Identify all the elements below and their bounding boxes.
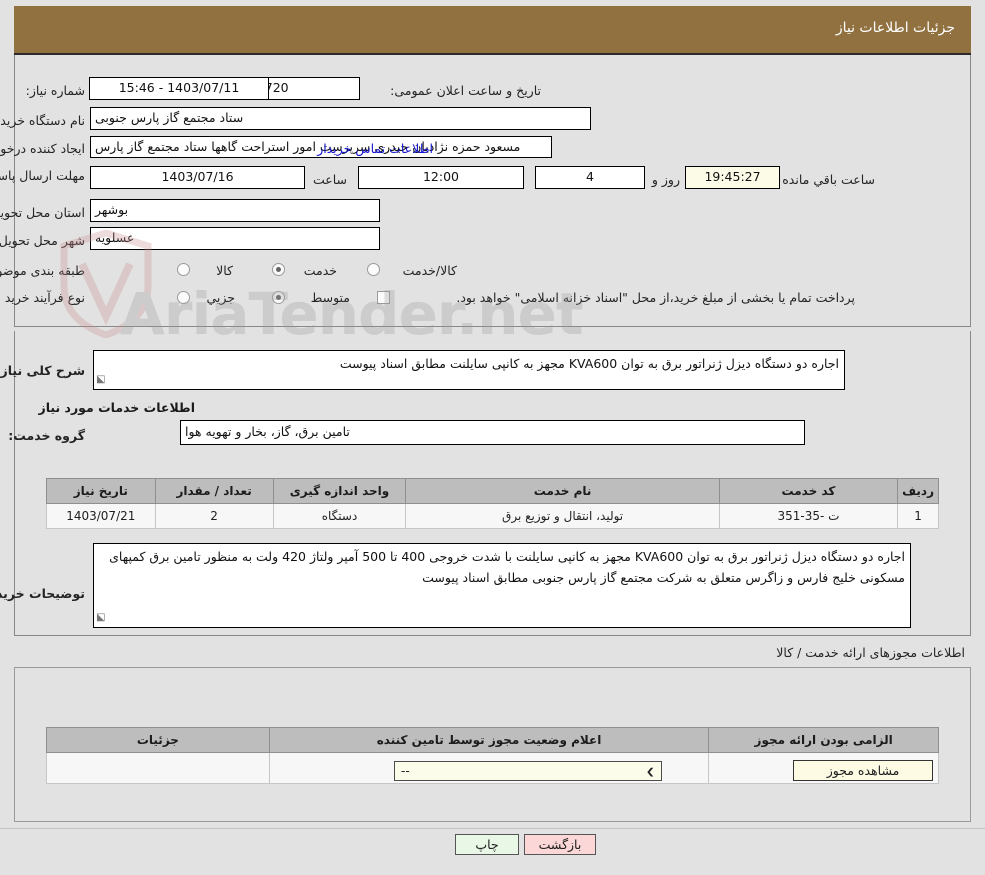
permit-status-value: -- [401,764,410,778]
buyer-org-value: ستاد مجتمع گاز پارس جنوبی [90,107,591,130]
remaining-days-label: روز و [651,172,680,187]
treasury-bond-label: پرداخت تمام یا بخشی از مبلغ خرید،از محل … [456,290,855,305]
back-button[interactable]: بازگشت [524,834,596,855]
title-bar: جزئیات اطلاعات نیاز [14,6,971,55]
province-label: استان محل تحویل: [0,205,85,220]
summary-textarea[interactable]: اجاره دو دستگاه دیزل ژنراتور برق به توان… [93,350,845,390]
th-unit: واحد اندازه گیری [272,478,407,504]
th-date: تاریخ نیاز [46,478,156,504]
radio-process-jozi[interactable] [177,291,190,304]
summary-text: اجاره دو دستگاه دیزل ژنراتور برق به توان… [339,356,839,371]
buyer-notes-textarea[interactable]: اجاره دو دستگاه دیزل ژنراتور برق به توان… [93,543,911,628]
permit-status-select[interactable]: ❯ -- [394,761,662,781]
th-row: ردیف [897,478,939,504]
cell-code: ت -35-351 [718,503,899,529]
table-row[interactable]: 1 ت -35-351 تولید، انتقال و توزیع برق دس… [46,503,939,529]
radio-process-motavaset-label: متوسط [310,290,350,305]
service-group-value: تامین برق، گاز، بخار و تهویه هوا [180,420,805,445]
need-number-label: شماره نیاز: [25,83,85,98]
cell-unit: دستگاه [272,503,407,529]
permits-table-header-row: الزامی بودن ارائه مجوز اعلام وضعیت مجوز … [46,727,939,753]
buyer-contact-link[interactable]: اطلاعات تماس خریدار [317,141,433,156]
announce-datetime-label: تاریخ و ساعت اعلان عمومی: [390,83,541,98]
radio-category-kala-khedmat[interactable] [367,263,380,276]
th-code: کد خدمت [718,478,899,504]
announce-datetime-value: 1403/07/11 - 15:46 [89,77,269,100]
city-value: عسلویه [90,227,380,250]
services-table: ردیف کد خدمت نام خدمت واحد اندازه گیری ت… [46,478,939,529]
th-permit-details: جزئیات [46,727,270,753]
resize-grip-icon[interactable]: ◪ [96,372,105,389]
category-label: طبقه بندی موضوعی: [0,263,85,278]
radio-process-jozi-label: جزیي [206,290,235,305]
cell-quantity: 2 [154,503,274,529]
buyer-org-label: نام دستگاه خریدار: [0,113,85,128]
footer-divider [0,828,985,829]
th-quantity: تعداد / مقدار [154,478,274,504]
th-name: نام خدمت [405,478,720,504]
services-table-header-row: ردیف کد خدمت نام خدمت واحد اندازه گیری ت… [46,478,939,504]
countdown-label: ساعت باقي مانده [782,172,875,187]
city-label: شهر محل تحویل: [0,233,85,248]
deadline-time-value: 12:00 [358,166,524,189]
cell-name: تولید، انتقال و توزیع برق [405,503,720,529]
province-value: بوشهر [90,199,380,222]
print-button[interactable]: چاپ [455,834,519,855]
countdown-timer: 19:45:27 [685,166,780,189]
cell-date: 1403/07/21 [46,503,156,529]
radio-process-motavaset[interactable] [272,291,285,304]
radio-category-khedmat-label: خدمت [303,263,337,278]
cell-permit-details [46,752,270,784]
radio-category-kala-label: کالا [216,263,233,278]
remaining-days-value: 4 [535,166,645,189]
chevron-down-icon: ❯ [645,765,655,777]
treasury-bond-checkbox[interactable] [377,291,390,304]
cell-row: 1 [897,503,939,529]
radio-category-kala-khedmat-label: کالا/خدمت [402,263,457,278]
process-label: نوع فرآیند خرید : [0,290,85,305]
th-permit-status: اعلام وضعیت مجوز توسط تامین کننده [268,727,710,753]
requester-label: ایجاد کننده درخواست: [0,141,85,156]
view-permit-button[interactable]: مشاهده مجوز [793,760,933,781]
resize-grip-icon-2[interactable]: ◪ [96,610,105,627]
service-group-label: گروه خدمت: [8,428,85,443]
time-label: ساعت [312,172,347,187]
th-permit-required: الزامی بودن ارائه مجوز [708,727,939,753]
buyer-notes-label: توضیحات خریدار: [0,586,85,601]
page-title: جزئیات اطلاعات نیاز [835,20,955,36]
radio-category-khedmat[interactable] [272,263,285,276]
summary-label: شرح کلی نیاز: [0,363,85,378]
permits-section-label: اطلاعات مجوزهای ارائه خدمت / کالا [776,645,965,660]
deadline-label: مهلت ارسال پاسخ: تا تاریخ: [0,168,85,183]
deadline-date-value: 1403/07/16 [90,166,305,189]
services-section-title: اطلاعات خدمات مورد نیاز [38,400,196,415]
buyer-notes-text: اجاره دو دستگاه دیزل ژنراتور برق به توان… [109,549,905,585]
radio-category-kala[interactable] [177,263,190,276]
